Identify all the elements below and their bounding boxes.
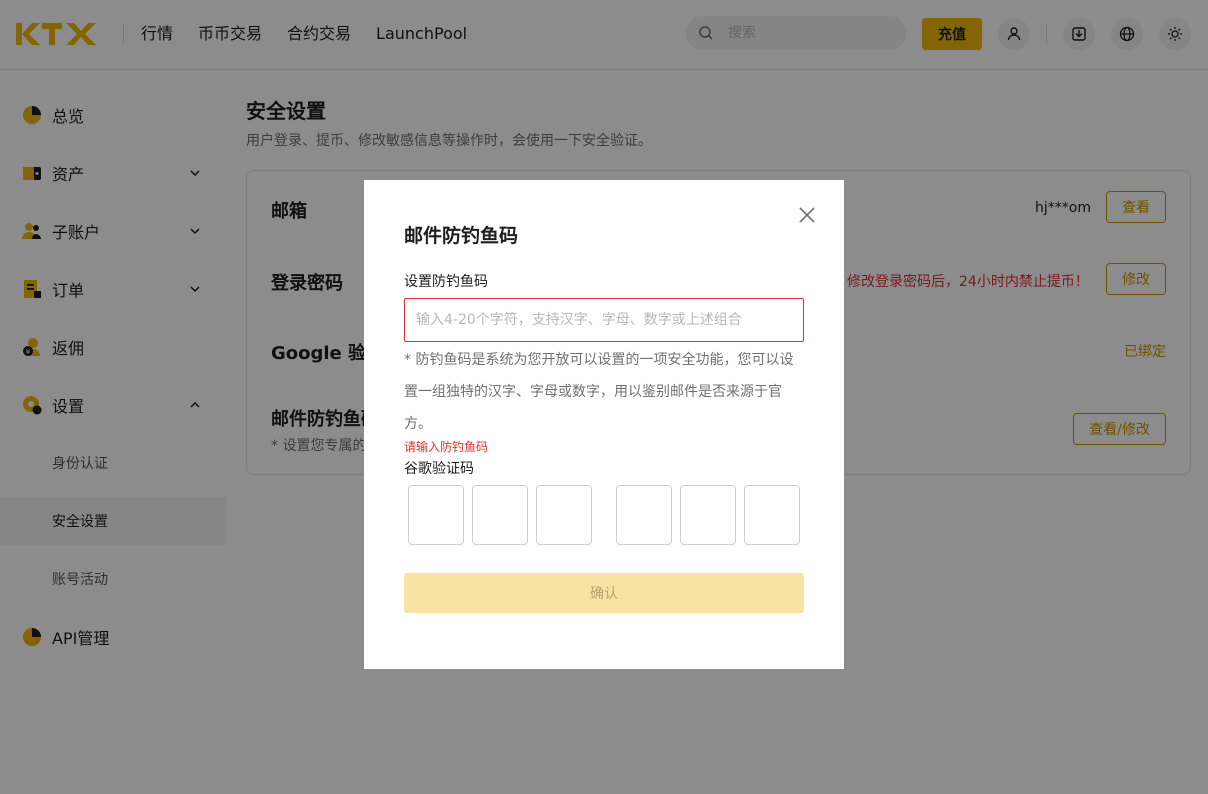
confirm-button[interactable]: 确认 — [404, 573, 804, 613]
google-code-label: 谷歌验证码 — [404, 461, 474, 477]
antiphish-code-input[interactable] — [404, 298, 804, 342]
antiphish-error: 请输入防钓鱼码 — [404, 440, 489, 454]
close-icon[interactable] — [797, 205, 817, 225]
code-digit-6[interactable] — [744, 485, 800, 545]
code-field-label: 设置防钓鱼码 — [404, 274, 488, 290]
code-digit-3[interactable] — [536, 485, 592, 545]
code-digit-4[interactable] — [616, 485, 672, 545]
antiphish-hint: * 防钓鱼码是系统为您开放可以设置的一项安全功能，您可以设置一组独特的汉字、字母… — [404, 352, 794, 432]
code-digit-5[interactable] — [680, 485, 736, 545]
modal-title: 邮件防钓鱼码 — [404, 225, 519, 247]
code-digit-2[interactable] — [472, 485, 528, 545]
antiphishing-modal: 邮件防钓鱼码 设置防钓鱼码 * 防钓鱼码是系统为您开放可以设置的一项安全功能，您… — [364, 180, 844, 669]
code-digit-1[interactable] — [408, 485, 464, 545]
